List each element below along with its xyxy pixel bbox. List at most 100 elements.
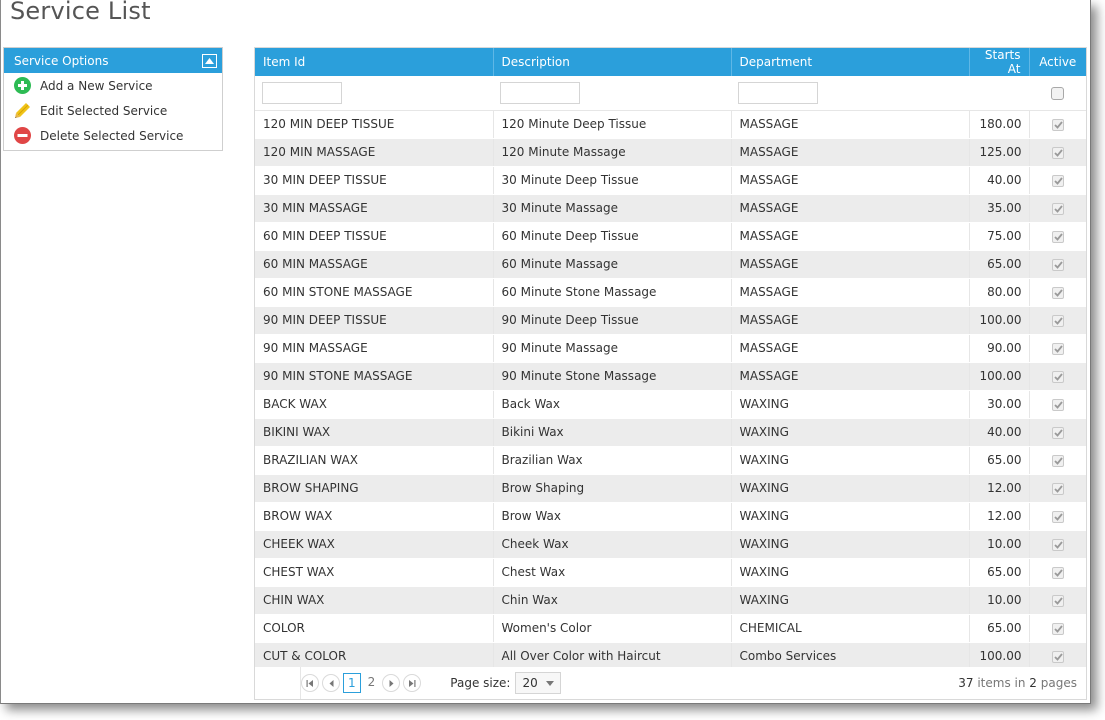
department-filter-input[interactable]	[738, 81, 818, 104]
cell-item-id: BROW SHAPING	[255, 474, 494, 503]
cell-department: Combo Services	[731, 642, 970, 671]
cell-item-id: BROW WAX	[255, 502, 494, 531]
cell-active	[1029, 614, 1086, 643]
table-row[interactable]: CHEEK WAX Cheek Wax WAXING 10.00	[255, 530, 1086, 559]
cell-active	[1029, 362, 1086, 391]
cell-description: Bikini Wax	[493, 418, 732, 447]
cell-description: 60 Minute Stone Massage	[493, 278, 732, 307]
cell-item-id: 60 MIN MASSAGE	[255, 250, 494, 279]
cell-department: MASSAGE	[731, 110, 970, 139]
cell-starts-at: 90.00	[969, 334, 1030, 363]
service-options-header: Service Options	[4, 48, 222, 73]
table-row[interactable]: CUT & COLOR All Over Color with Haircut Co…	[255, 642, 1086, 671]
cell-active	[1029, 222, 1086, 251]
add-service-button[interactable]: Add a New Service	[4, 73, 222, 98]
cell-starts-at: 180.00	[969, 110, 1030, 139]
chevron-down-icon	[546, 680, 555, 686]
service-options-title: Service Options	[14, 53, 109, 68]
next-page-icon	[389, 679, 394, 687]
table-row[interactable]: 120 MIN DEEP TISSUE 120 Minute Deep Tissu…	[255, 110, 1086, 139]
edit-service-label: Edit Selected Service	[40, 103, 168, 118]
column-header-description[interactable]: Description	[493, 48, 732, 76]
column-header-active[interactable]: Active	[1029, 48, 1086, 76]
cell-item-id: 90 MIN STONE MASSAGE	[255, 362, 494, 391]
cell-item-id: 90 MIN DEEP TISSUE	[255, 306, 494, 335]
cell-starts-at: 10.00	[969, 530, 1030, 559]
active-checkbox	[1051, 370, 1064, 383]
page-size-select[interactable]: 20	[515, 672, 562, 694]
table-row[interactable]: 90 MIN MASSAGE 90 Minute Massage MASSAGE 90…	[255, 334, 1086, 363]
cell-department: WAXING	[731, 446, 970, 475]
active-checkbox	[1051, 398, 1064, 411]
active-checkbox	[1051, 174, 1064, 187]
item-id-filter-input[interactable]	[262, 81, 342, 104]
pager: 1 2 Page size: 20 37 items in 2 pages	[255, 667, 1086, 699]
next-page-button[interactable]	[382, 674, 401, 692]
cell-starts-at: 100.00	[969, 362, 1030, 391]
cell-active	[1029, 586, 1086, 615]
cell-description: Back Wax	[493, 390, 732, 419]
cell-active	[1029, 306, 1086, 335]
table-row[interactable]: 90 MIN DEEP TISSUE 90 Minute Deep Tissue M…	[255, 306, 1086, 335]
cell-department: WAXING	[731, 558, 970, 587]
column-header-department[interactable]: Department	[731, 48, 970, 76]
edit-service-button[interactable]: Edit Selected Service	[4, 98, 222, 123]
cell-starts-at: 10.00	[969, 586, 1030, 615]
active-checkbox	[1051, 258, 1064, 271]
delete-service-label: Delete Selected Service	[40, 128, 184, 143]
table-row[interactable]: CHEST WAX Chest Wax WAXING 65.00	[255, 558, 1086, 587]
page-size-label: Page size:	[450, 676, 511, 690]
table-row[interactable]: 60 MIN DEEP TISSUE 60 Minute Deep Tissue M…	[255, 222, 1086, 251]
table-row[interactable]: 120 MIN MASSAGE 120 Minute Massage MASSAGE…	[255, 138, 1086, 167]
cell-description: Brow Shaping	[493, 474, 732, 503]
cell-active	[1029, 446, 1086, 475]
table-row[interactable]: COLOR Women's Color CHEMICAL 65.00	[255, 614, 1086, 643]
cell-department: MASSAGE	[731, 362, 970, 391]
column-header-starts-at[interactable]: Starts At	[969, 48, 1030, 76]
table-row[interactable]: CHIN WAX Chin Wax WAXING 10.00	[255, 586, 1086, 615]
table-row[interactable]: BROW SHAPING Brow Shaping WAXING 12.00	[255, 474, 1086, 503]
page-2-button[interactable]: 2	[364, 673, 380, 693]
page-1-button[interactable]: 1	[343, 673, 361, 693]
plus-circle-icon	[13, 77, 31, 95]
active-checkbox	[1051, 342, 1064, 355]
table-row[interactable]: 60 MIN STONE MASSAGE 60 Minute Stone Mass…	[255, 278, 1086, 307]
cell-item-id: CHEEK WAX	[255, 530, 494, 559]
cell-starts-at: 125.00	[969, 138, 1030, 167]
active-checkbox	[1051, 118, 1064, 131]
table-row[interactable]: BRAZILIAN WAX Brazilian Wax WAXING 65.00	[255, 446, 1086, 475]
active-checkbox	[1051, 538, 1064, 551]
first-page-button[interactable]	[301, 674, 319, 692]
starts-at-filter-cell	[969, 76, 1029, 111]
active-checkbox	[1051, 146, 1064, 159]
cell-starts-at: 35.00	[969, 194, 1030, 223]
cell-description: Chin Wax	[493, 586, 732, 615]
table-row[interactable]: 90 MIN STONE MASSAGE 90 Minute Stone Mass…	[255, 362, 1086, 391]
table-row[interactable]: 60 MIN MASSAGE 60 Minute Massage MASSAGE 65…	[255, 250, 1086, 279]
table-row[interactable]: 30 MIN MASSAGE 30 Minute Massage MASSAGE 35…	[255, 194, 1086, 223]
table-row[interactable]: BROW WAX Brow Wax WAXING 12.00	[255, 502, 1086, 531]
last-page-button[interactable]	[403, 674, 422, 692]
active-checkbox	[1051, 650, 1064, 663]
cell-description: All Over Color with Haircut	[493, 642, 732, 671]
prev-page-button[interactable]	[322, 674, 340, 692]
cell-description: 30 Minute Massage	[493, 194, 732, 223]
cell-active	[1029, 390, 1086, 419]
cell-description: Cheek Wax	[493, 530, 732, 559]
cell-department: MASSAGE	[731, 334, 970, 363]
active-checkbox	[1051, 202, 1064, 215]
cell-description: 60 Minute Deep Tissue	[493, 222, 732, 251]
cell-item-id: 60 MIN STONE MASSAGE	[255, 278, 494, 307]
cell-starts-at: 75.00	[969, 222, 1030, 251]
column-header-item-id[interactable]: Item Id	[255, 48, 494, 76]
delete-service-button[interactable]: Delete Selected Service	[4, 123, 222, 148]
collapse-panel-button[interactable]	[202, 53, 217, 68]
cell-item-id: 120 MIN MASSAGE	[255, 138, 494, 167]
table-row[interactable]: BACK WAX Back Wax WAXING 30.00	[255, 390, 1086, 419]
cell-department: MASSAGE	[731, 138, 970, 167]
description-filter-input[interactable]	[500, 81, 580, 104]
active-filter-checkbox[interactable]	[1051, 87, 1064, 101]
services-table: Item Id Description Department Starts At…	[255, 48, 1086, 671]
table-row[interactable]: BIKINI WAX Bikini Wax WAXING 40.00	[255, 418, 1086, 447]
table-row[interactable]: 30 MIN DEEP TISSUE 30 Minute Deep Tissue M…	[255, 166, 1086, 195]
